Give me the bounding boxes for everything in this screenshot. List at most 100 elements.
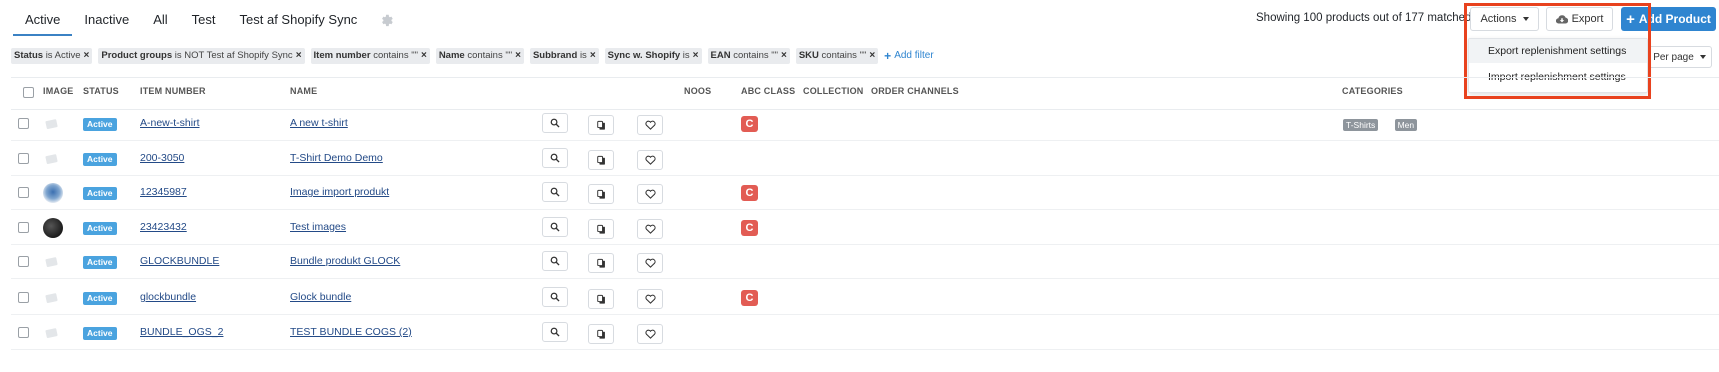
product-name-link[interactable]: Glock bundle — [290, 291, 351, 303]
item-number-link[interactable]: 200-3050 — [140, 152, 184, 164]
filter-chip-item-number[interactable]: Item number contains "" × — [310, 47, 430, 64]
column-header-categories[interactable]: CATEGORIES — [1342, 86, 1403, 96]
remove-filter-icon[interactable]: × — [693, 48, 699, 64]
favorite-button[interactable] — [637, 219, 663, 239]
filter-chip-ean[interactable]: EAN contains "" × — [707, 47, 790, 64]
filter-chip-subbrand[interactable]: Subbrand is × — [529, 47, 599, 64]
add-product-label: Add Product — [1638, 12, 1711, 26]
product-name-link[interactable]: TEST BUNDLE COGS (2) — [290, 326, 412, 338]
export-replenishment-settings-item[interactable]: Export replenishment settings — [1469, 39, 1647, 63]
actions-button[interactable]: Actions — [1470, 7, 1539, 31]
copy-button[interactable] — [588, 324, 614, 344]
favorite-button[interactable] — [637, 324, 663, 344]
favorite-button[interactable] — [637, 253, 663, 273]
remove-filter-icon[interactable]: × — [781, 48, 787, 64]
copy-button[interactable] — [588, 253, 614, 273]
product-thumbnail[interactable] — [43, 183, 63, 203]
remove-filter-icon[interactable]: × — [296, 48, 302, 64]
item-number-link[interactable]: BUNDLE_OGS_2 — [140, 326, 223, 338]
row-checkbox[interactable] — [18, 256, 29, 267]
status-badge: Active — [83, 292, 117, 305]
heart-icon — [644, 258, 656, 268]
column-header-noos[interactable]: NOOS — [684, 86, 711, 96]
remove-filter-icon[interactable]: × — [869, 48, 875, 64]
filter-chip-status[interactable]: Status is Active × — [11, 47, 93, 64]
favorite-button[interactable] — [637, 115, 663, 135]
copy-button[interactable] — [588, 219, 614, 239]
search-button[interactable] — [542, 182, 568, 202]
search-icon — [550, 153, 560, 163]
favorite-button[interactable] — [637, 150, 663, 170]
copy-button[interactable] — [588, 115, 614, 135]
search-button[interactable] — [542, 287, 568, 307]
column-header-abc-class[interactable]: ABC CLASS — [741, 86, 795, 96]
add-product-button[interactable]: + Add Product — [1621, 7, 1716, 31]
item-number-link[interactable]: A-new-t-shirt — [140, 117, 200, 129]
tab-test-af-shopify-sync[interactable]: Test af Shopify Sync — [228, 6, 370, 34]
column-header-status[interactable]: STATUS — [83, 86, 119, 96]
item-number-link[interactable]: glockbundle — [140, 291, 196, 303]
row-checkbox[interactable] — [18, 292, 29, 303]
product-name-link[interactable]: Image import produkt — [290, 186, 389, 198]
export-button[interactable]: Export — [1546, 7, 1613, 31]
abc-class-badge: C — [741, 290, 758, 306]
item-number-link[interactable]: GLOCKBUNDLE — [140, 255, 219, 267]
search-button[interactable] — [542, 148, 568, 168]
remove-filter-icon[interactable]: × — [590, 48, 596, 64]
row-checkbox[interactable] — [18, 153, 29, 164]
add-filter-link[interactable]: + Add filter — [884, 49, 933, 63]
remove-filter-icon[interactable]: × — [515, 48, 521, 64]
column-header-collection[interactable]: COLLECTION — [803, 86, 864, 96]
product-name-link[interactable]: Test images — [290, 221, 346, 233]
search-button[interactable] — [542, 113, 568, 133]
row-divider — [11, 209, 1719, 210]
filter-chip-sync-shopify[interactable]: Sync w. Shopify is × — [604, 47, 702, 64]
filter-field: Product groups — [101, 49, 173, 61]
export-label: Export — [1571, 13, 1604, 25]
tab-inactive[interactable]: Inactive — [72, 6, 141, 34]
tab-all[interactable]: All — [141, 6, 179, 34]
gear-icon[interactable] — [373, 6, 399, 34]
row-divider — [11, 314, 1719, 315]
abc-class-badge: C — [741, 185, 758, 201]
copy-button[interactable] — [588, 150, 614, 170]
product-name-link[interactable]: Bundle produkt GLOCK — [290, 255, 400, 267]
actions-label: Actions — [1480, 13, 1517, 25]
column-header-image[interactable]: IMAGE — [43, 86, 74, 96]
favorite-button[interactable] — [637, 289, 663, 309]
row-checkbox[interactable] — [18, 187, 29, 198]
copy-button[interactable] — [588, 184, 614, 204]
row-checkbox[interactable] — [18, 118, 29, 129]
remove-filter-icon[interactable]: × — [84, 48, 90, 64]
remove-filter-icon[interactable]: × — [421, 48, 427, 64]
heart-icon — [644, 224, 656, 234]
search-icon — [550, 327, 560, 337]
tab-active[interactable]: Active — [13, 6, 73, 36]
search-button[interactable] — [542, 251, 568, 271]
item-number-link[interactable]: 12345987 — [140, 186, 187, 198]
column-header-name[interactable]: NAME — [290, 86, 317, 96]
favorite-button[interactable] — [637, 184, 663, 204]
filter-chip-name[interactable]: Name contains "" × — [435, 47, 524, 64]
per-page-select[interactable]: Per page — [1648, 46, 1712, 68]
column-header-item-number[interactable]: ITEM NUMBER — [140, 86, 206, 96]
heart-icon — [644, 120, 656, 130]
select-all-checkbox[interactable] — [23, 87, 34, 98]
status-badge: Active — [83, 118, 117, 131]
filter-chip-product-groups[interactable]: Product groups is NOT Test af Shopify Sy… — [98, 47, 305, 64]
row-checkbox[interactable] — [18, 222, 29, 233]
tab-bar: Active Inactive All Test Test af Shopify… — [13, 6, 399, 38]
cloud-download-icon — [1555, 14, 1568, 24]
search-button[interactable] — [542, 217, 568, 237]
column-header-order-channels[interactable]: ORDER CHANNELS — [871, 86, 959, 96]
row-checkbox[interactable] — [18, 327, 29, 338]
product-thumbnail[interactable] — [43, 218, 63, 238]
product-name-link[interactable]: T-Shirt Demo Demo — [290, 152, 383, 164]
row-divider — [11, 278, 1719, 279]
item-number-link[interactable]: 23423432 — [140, 221, 187, 233]
filter-chip-sku[interactable]: SKU contains "" × — [795, 47, 879, 64]
search-button[interactable] — [542, 322, 568, 342]
tab-test[interactable]: Test — [180, 6, 228, 34]
product-name-link[interactable]: A new t-shirt — [290, 117, 348, 129]
copy-button[interactable] — [588, 289, 614, 309]
